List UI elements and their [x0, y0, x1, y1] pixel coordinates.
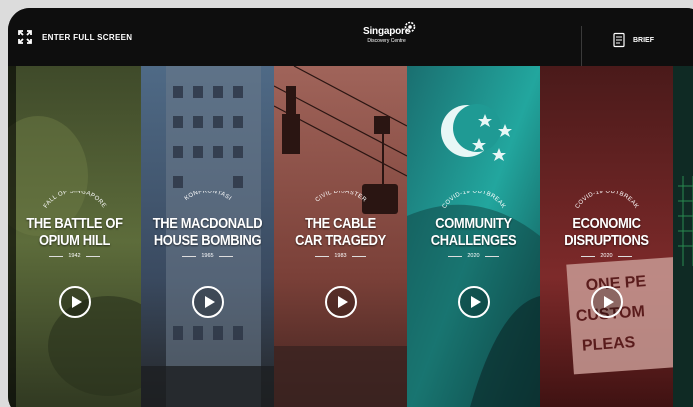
fullscreen-icon: [18, 30, 32, 44]
story-card-cable-car-tragedy[interactable]: CIVIL DISASTER THE CABLE CAR TRAGEDY 1983: [274, 66, 407, 407]
svg-text:KONFRONTASI: KONFRONTASI: [183, 191, 232, 202]
story-title: ECONOMIC DISRUPTIONS: [564, 215, 649, 249]
story-card-economic-disruptions[interactable]: ONE PE CUSTOM PLEAS COVID-19 OUTBREAK EC…: [540, 66, 673, 407]
play-button[interactable]: [324, 286, 357, 318]
story-year: 1942: [8, 253, 141, 259]
story-year: 1965: [141, 253, 274, 259]
fullscreen-label: ENTER FULL SCREEN: [42, 32, 133, 42]
story-carousel: FALL OF SINGAPORE THE BATTLE OF OPIUM HIL…: [8, 66, 693, 407]
category-arc-label: CIVIL DISASTER: [314, 191, 367, 204]
enter-fullscreen-button[interactable]: ENTER FULL SCREEN: [18, 30, 132, 44]
play-button[interactable]: [590, 286, 623, 318]
story-card-battle-of-opium-hill[interactable]: FALL OF SINGAPORE THE BATTLE OF OPIUM HIL…: [8, 66, 141, 407]
story-year: 1983: [274, 253, 407, 259]
category-arc-label: KONFRONTASI: [183, 191, 232, 202]
logo: Singapore Discovery Centre: [363, 21, 416, 44]
brief-label: BRIEF: [633, 36, 654, 44]
story-title: THE MACDONALD HOUSE BOMBING: [152, 215, 263, 249]
category-arc-label: COVID-19 OUTBREAK: [574, 191, 639, 210]
story-card-community-challenges[interactable]: COVID-19 OUTBREAK COMMUNITY CHALLENGES 20…: [407, 66, 540, 407]
header-divider: [581, 26, 582, 66]
svg-text:COVID-19 OUTBREAK: COVID-19 OUTBREAK: [574, 191, 639, 210]
category-arc-label: COVID-19 OUTBREAK: [441, 191, 506, 210]
brief-button[interactable]: BRIEF: [611, 32, 654, 48]
story-title: THE CABLE CAR TRAGEDY: [295, 215, 386, 249]
document-icon: [613, 32, 625, 48]
play-button[interactable]: [191, 286, 224, 318]
play-button[interactable]: [58, 286, 91, 318]
top-bar: ENTER FULL SCREEN Singapore Discovery Ce…: [8, 8, 693, 66]
story-title: COMMUNITY CHALLENGES: [430, 215, 517, 249]
story-card-partial[interactable]: [673, 66, 693, 407]
svg-text:FALL OF SINGAPORE: FALL OF SINGAPORE: [42, 191, 106, 209]
story-year: 2020: [540, 253, 673, 259]
device-screen: ENTER FULL SCREEN Singapore Discovery Ce…: [8, 8, 693, 407]
screenshot-frame: ENTER FULL SCREEN Singapore Discovery Ce…: [0, 0, 693, 407]
svg-text:COVID-19 OUTBREAK: COVID-19 OUTBREAK: [441, 191, 506, 210]
logo-subtitle: Discovery Centre: [367, 38, 406, 44]
story-year: 2020: [407, 253, 540, 259]
logo-gear-icon: [404, 21, 416, 33]
play-button[interactable]: [457, 286, 490, 318]
story-card-macdonald-house-bombing[interactable]: KONFRONTASI THE MACDONALD HOUSE BOMBING 1…: [141, 66, 274, 407]
svg-text:CIVIL DISASTER: CIVIL DISASTER: [314, 191, 367, 204]
category-arc-label: FALL OF SINGAPORE: [42, 191, 106, 209]
story-background-image: [673, 66, 693, 407]
story-title: THE BATTLE OF OPIUM HILL: [26, 215, 123, 249]
